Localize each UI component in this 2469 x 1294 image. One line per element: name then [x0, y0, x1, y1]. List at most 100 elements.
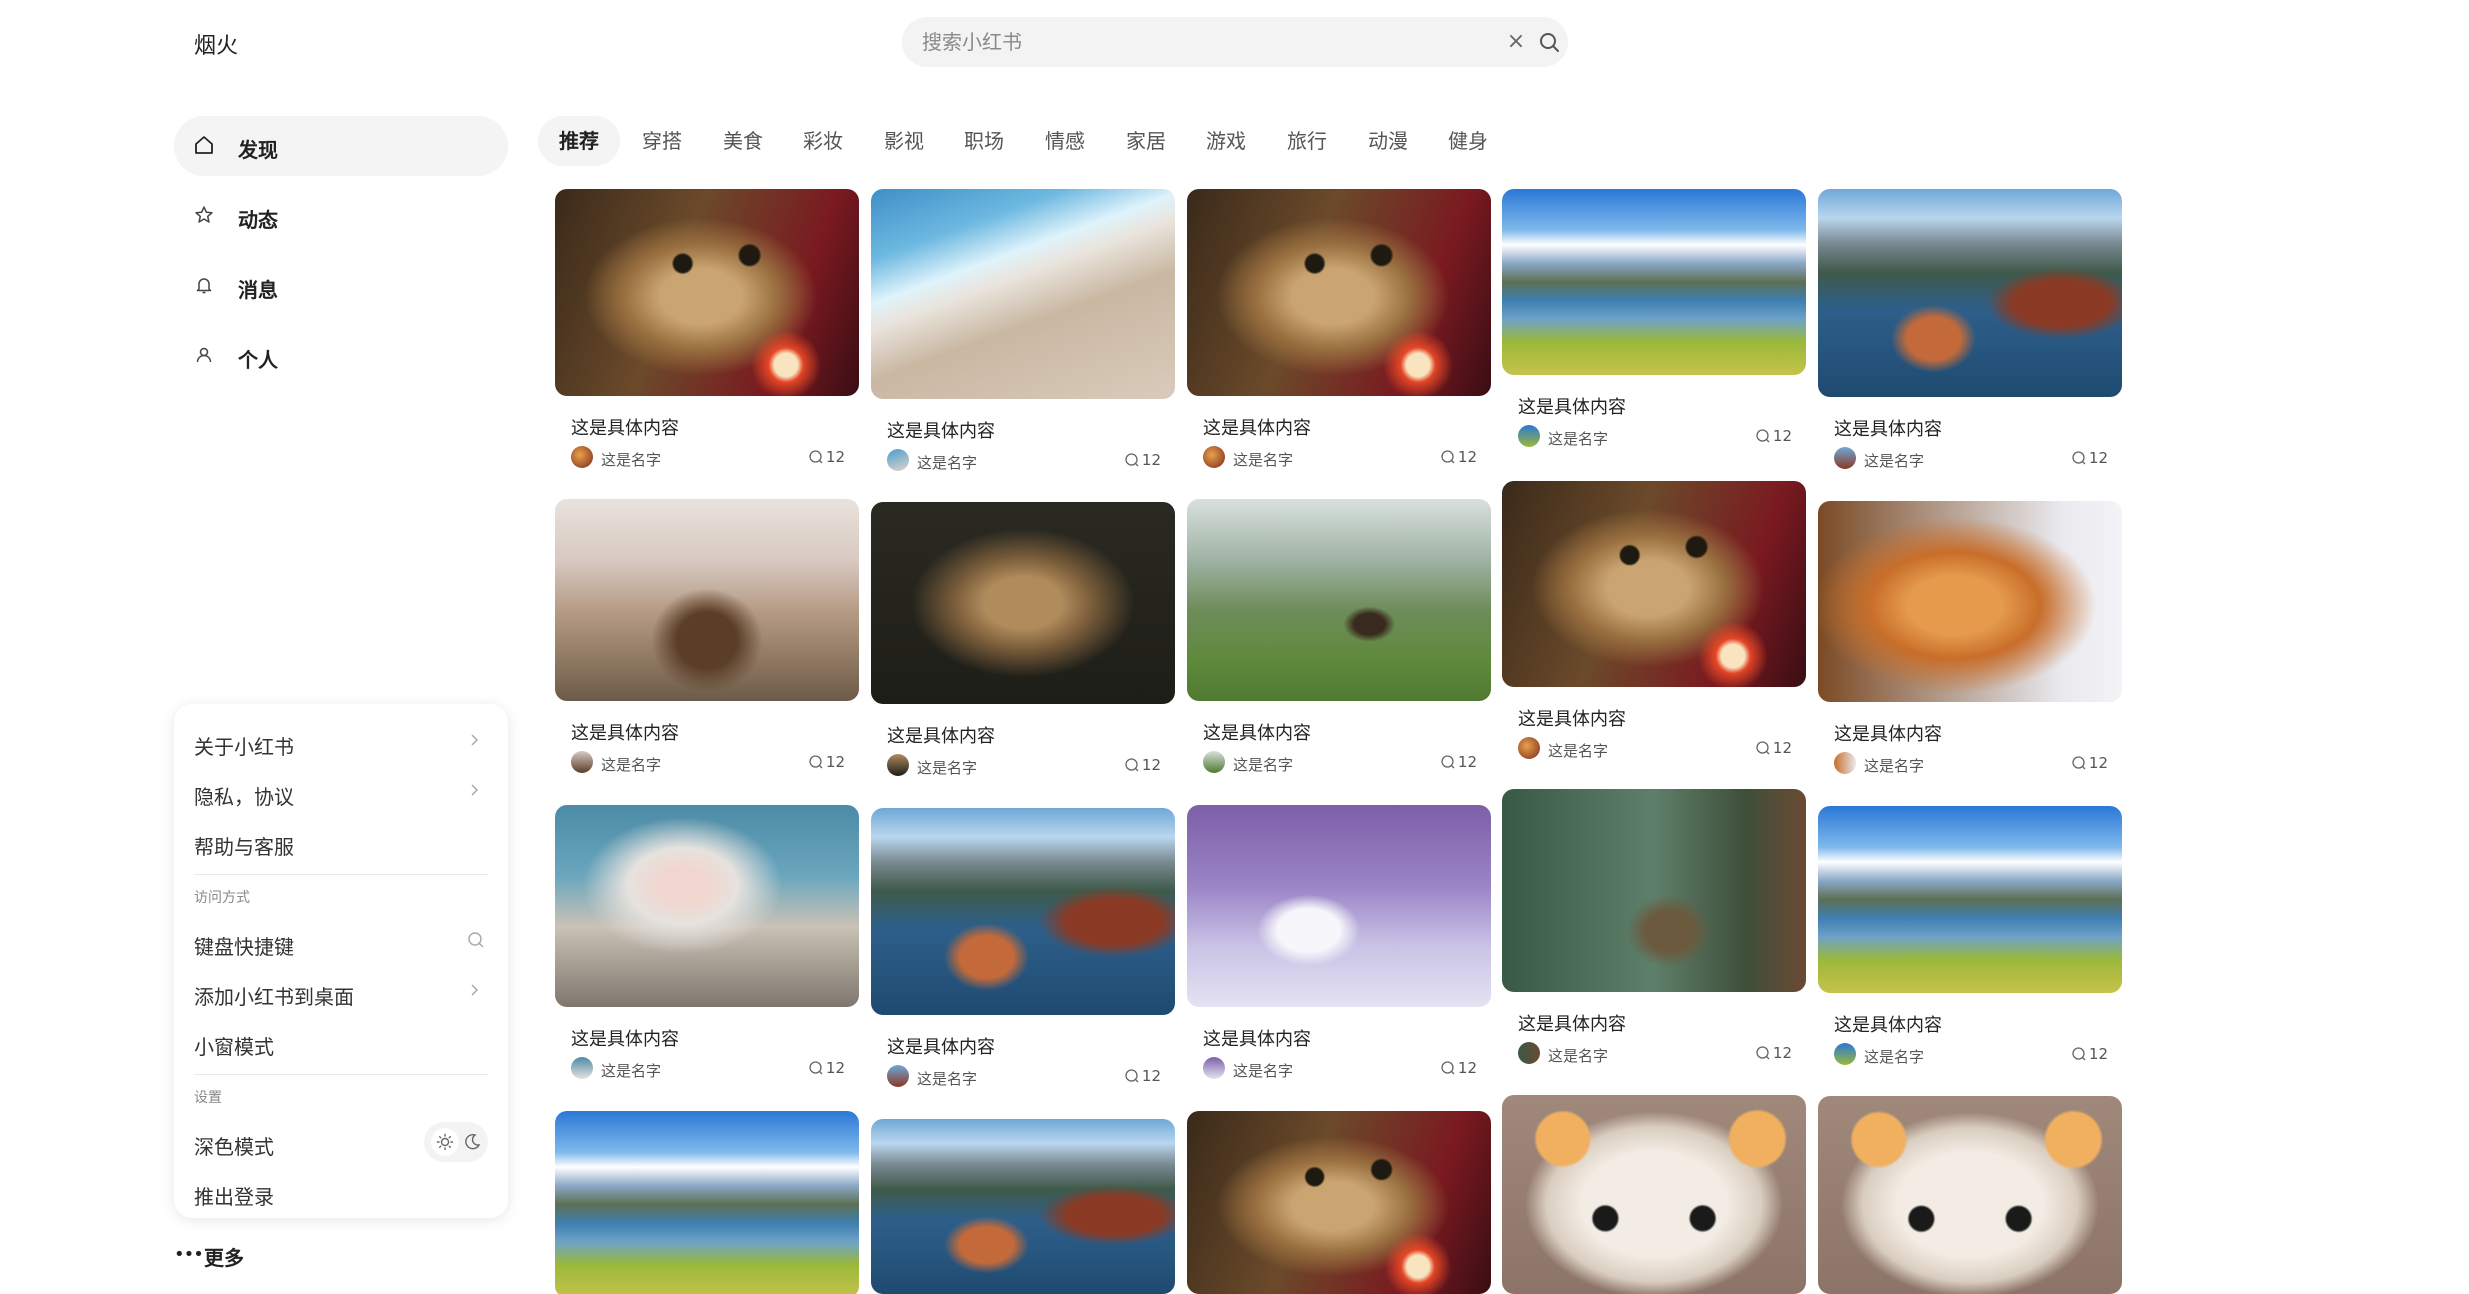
tab-recommend[interactable]: 推荐 [538, 116, 620, 166]
more-button[interactable]: ••• 更多 [174, 1240, 294, 1270]
tab-outfit[interactable]: 穿搭 [634, 116, 690, 166]
card-image[interactable] [1502, 481, 1806, 687]
card-image[interactable] [1187, 805, 1491, 1007]
card-comment-count[interactable]: 12 [808, 1059, 845, 1077]
card-title[interactable]: 这是具体内容 [1518, 393, 1626, 419]
card-image[interactable] [1818, 501, 2122, 702]
menu-item-add-to-desktop[interactable]: 添加小红书到桌面 [194, 972, 488, 1012]
clear-icon[interactable]: × [1505, 31, 1527, 53]
card-title[interactable]: 这是具体内容 [571, 414, 679, 440]
card-title[interactable]: 这是具体内容 [1203, 1025, 1311, 1051]
card-author[interactable]: 这是名字 [1548, 428, 1608, 449]
card-author[interactable]: 这是名字 [1233, 449, 1293, 470]
menu-item-about[interactable]: 关于小红书 [194, 722, 488, 762]
card-title[interactable]: 这是具体内容 [1834, 1011, 1942, 1037]
card-image[interactable] [871, 808, 1175, 1015]
avatar[interactable] [1203, 1057, 1225, 1079]
card-title[interactable]: 这是具体内容 [1518, 705, 1626, 731]
card-image[interactable] [1502, 1095, 1806, 1294]
tab-games[interactable]: 游戏 [1198, 116, 1254, 166]
card-image[interactable] [1502, 789, 1806, 992]
card-author[interactable]: 这是名字 [601, 754, 661, 775]
avatar[interactable] [1518, 1042, 1540, 1064]
card-image[interactable] [555, 805, 859, 1007]
tab-makeup[interactable]: 彩妆 [795, 116, 851, 166]
avatar[interactable] [1203, 446, 1225, 468]
card-image[interactable] [1818, 806, 2122, 993]
card-comment-count[interactable]: 12 [1440, 753, 1477, 771]
card-image[interactable] [871, 502, 1175, 704]
tab-travel[interactable]: 旅行 [1279, 116, 1335, 166]
card-author[interactable]: 这是名字 [917, 452, 977, 473]
avatar[interactable] [1203, 751, 1225, 773]
avatar[interactable] [1834, 447, 1856, 469]
card-comment-count[interactable]: 12 [1755, 427, 1792, 445]
card-author[interactable]: 这是名字 [917, 757, 977, 778]
card-image[interactable] [555, 499, 859, 701]
tab-movies[interactable]: 影视 [876, 116, 932, 166]
card-comment-count[interactable]: 12 [1440, 1059, 1477, 1077]
card-title[interactable]: 这是具体内容 [1203, 719, 1311, 745]
app-logo[interactable]: 烟火 [194, 28, 238, 60]
sidebar-item-feed[interactable]: 动态 [174, 186, 508, 246]
card-title[interactable]: 这是具体内容 [571, 1025, 679, 1051]
card-image[interactable] [1187, 189, 1491, 396]
card-title[interactable]: 这是具体内容 [1518, 1010, 1626, 1036]
card-image[interactable] [555, 1111, 859, 1294]
tab-food[interactable]: 美食 [715, 116, 771, 166]
card-author[interactable]: 这是名字 [601, 1060, 661, 1081]
card-comment-count[interactable]: 12 [2071, 449, 2108, 467]
card-image[interactable] [871, 1119, 1175, 1294]
avatar[interactable] [571, 446, 593, 468]
theme-toggle[interactable] [424, 1122, 488, 1162]
card-title[interactable]: 这是具体内容 [571, 719, 679, 745]
avatar[interactable] [1834, 1043, 1856, 1065]
card-author[interactable]: 这是名字 [1864, 755, 1924, 776]
avatar[interactable] [1518, 737, 1540, 759]
avatar[interactable] [887, 1065, 909, 1087]
menu-item-logout[interactable]: 推出登录 [194, 1172, 488, 1212]
menu-item-dark-mode[interactable]: 深色模式 [194, 1122, 488, 1162]
card-comment-count[interactable]: 12 [808, 448, 845, 466]
card-title[interactable]: 这是具体内容 [1834, 415, 1942, 441]
card-title[interactable]: 这是具体内容 [887, 417, 995, 443]
menu-item-privacy[interactable]: 隐私，协议 [194, 772, 488, 812]
card-title[interactable]: 这是具体内容 [887, 1033, 995, 1059]
card-image[interactable] [555, 189, 859, 396]
avatar[interactable] [1834, 752, 1856, 774]
card-author[interactable]: 这是名字 [917, 1068, 977, 1089]
avatar[interactable] [887, 754, 909, 776]
card-author[interactable]: 这是名字 [1233, 1060, 1293, 1081]
sidebar-item-messages[interactable]: 消息 [174, 256, 508, 316]
card-comment-count[interactable]: 12 [2071, 1045, 2108, 1063]
tab-anime[interactable]: 动漫 [1360, 116, 1416, 166]
card-comment-count[interactable]: 12 [1440, 448, 1477, 466]
card-comment-count[interactable]: 12 [1755, 1044, 1792, 1062]
sidebar-item-profile[interactable]: 个人 [174, 326, 508, 386]
card-title[interactable]: 这是具体内容 [1834, 720, 1942, 746]
card-image[interactable] [1502, 189, 1806, 375]
avatar[interactable] [1518, 425, 1540, 447]
tab-fitness[interactable]: 健身 [1440, 116, 1496, 166]
search-input[interactable] [922, 17, 1482, 67]
menu-item-shortcuts[interactable]: 键盘快捷键 [194, 922, 488, 962]
menu-item-mini-window[interactable]: 小窗模式 [194, 1022, 488, 1062]
tab-career[interactable]: 职场 [956, 116, 1012, 166]
avatar[interactable] [571, 751, 593, 773]
card-comment-count[interactable]: 12 [1124, 756, 1161, 774]
avatar[interactable] [887, 449, 909, 471]
sidebar-item-discover[interactable]: 发现 [174, 116, 508, 176]
card-comment-count[interactable]: 12 [1124, 1067, 1161, 1085]
card-author[interactable]: 这是名字 [1548, 740, 1608, 761]
tab-emotion[interactable]: 情感 [1037, 116, 1093, 166]
card-image[interactable] [1818, 1096, 2122, 1294]
card-author[interactable]: 这是名字 [601, 449, 661, 470]
card-author[interactable]: 这是名字 [1864, 450, 1924, 471]
card-author[interactable]: 这是名字 [1548, 1045, 1608, 1066]
card-image[interactable] [1187, 499, 1491, 701]
avatar[interactable] [571, 1057, 593, 1079]
card-title[interactable]: 这是具体内容 [887, 722, 995, 748]
card-author[interactable]: 这是名字 [1864, 1046, 1924, 1067]
card-image[interactable] [1187, 1111, 1491, 1294]
card-author[interactable]: 这是名字 [1233, 754, 1293, 775]
